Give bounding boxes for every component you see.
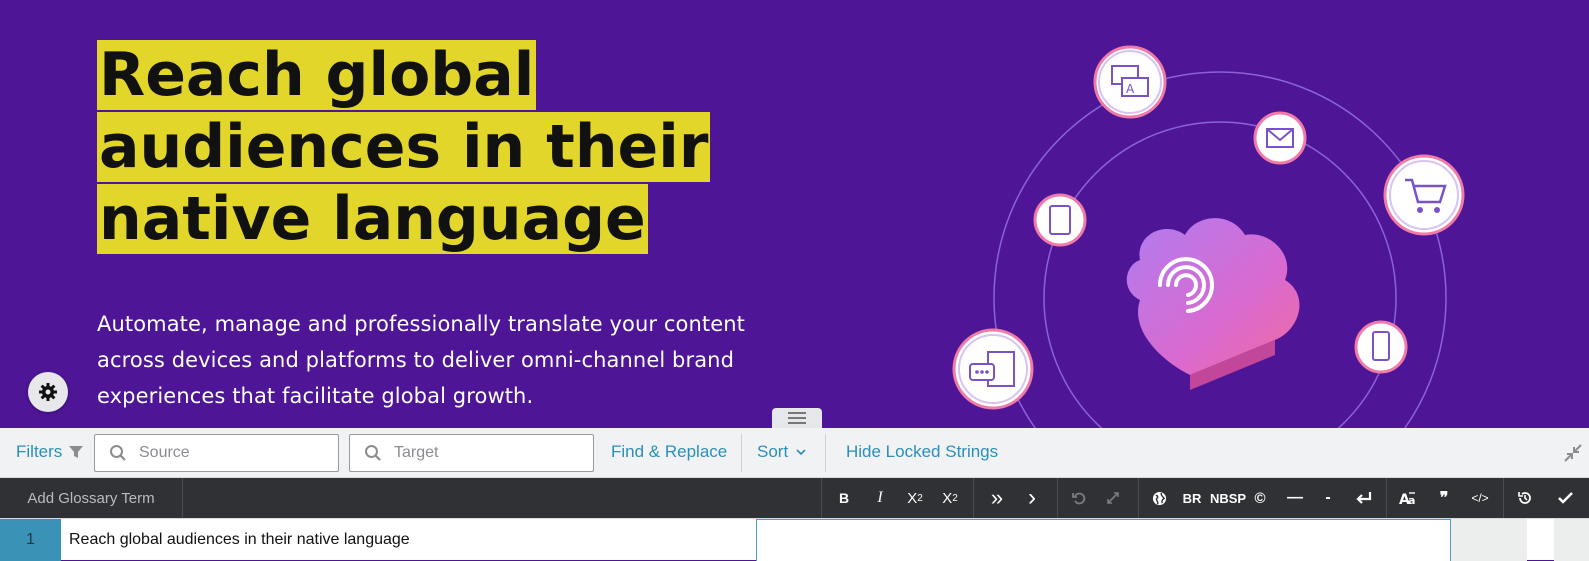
enter-icon — [1356, 492, 1372, 504]
divider — [1386, 478, 1387, 518]
text-case-icon: Aa — [1399, 492, 1415, 506]
gear-icon — [39, 383, 57, 401]
subscript-button[interactable]: X2 — [935, 478, 965, 518]
translate-document-icon: A — [1093, 45, 1167, 119]
divider — [1057, 478, 1058, 518]
superscript-mark: 2 — [917, 492, 923, 504]
subscript-letter: X — [942, 489, 953, 507]
svg-text:a: a — [1408, 494, 1415, 506]
collapse-icon[interactable] — [1563, 443, 1583, 463]
divider — [821, 478, 822, 518]
quote-button[interactable]: ❞ — [1430, 478, 1458, 518]
divider — [973, 478, 974, 518]
add-glossary-term-button[interactable]: Add Glossary Term — [0, 478, 183, 518]
mobile-phone-icon — [1354, 320, 1408, 374]
hyphen-button[interactable]: - — [1316, 478, 1340, 518]
globe-button[interactable] — [1146, 478, 1172, 518]
italic-button[interactable]: I — [868, 478, 892, 518]
find-replace-button[interactable]: Find & Replace — [611, 442, 727, 462]
source-input[interactable] — [139, 444, 319, 462]
undo-icon — [1072, 492, 1086, 505]
tablet-icon — [1033, 193, 1087, 247]
copyright-button[interactable]: © — [1249, 478, 1271, 518]
headline-line-2: audiences in their — [97, 112, 711, 182]
target-string-editor[interactable] — [756, 519, 1451, 561]
headline-line-1: Reach global — [97, 40, 537, 110]
return-button[interactable] — [1350, 478, 1378, 518]
headline-line-3: native language — [97, 184, 648, 254]
editor-toolbar: Add Glossary Term B I X2 X2 » › BR NBSP … — [0, 478, 1589, 518]
settings-button[interactable] — [28, 372, 68, 412]
change-case-button[interactable]: Aa — [1394, 478, 1422, 518]
hamburger-icon — [788, 412, 806, 424]
divider — [1138, 478, 1139, 518]
svg-text:A: A — [1126, 82, 1135, 96]
subtitle-line-3: experiences that facilitate global growt… — [97, 384, 534, 408]
row-number: 1 — [0, 519, 61, 561]
hero-headline: Reach global audiences in their native l… — [97, 39, 717, 255]
hero-banner: Reach global audiences in their native l… — [0, 0, 1589, 428]
row-status-cell — [1451, 519, 1527, 561]
target-filter[interactable] — [349, 434, 594, 472]
divider — [825, 434, 826, 472]
history-button[interactable] — [1511, 478, 1539, 518]
search-icon — [365, 445, 381, 461]
divider — [741, 434, 742, 472]
confirm-button[interactable] — [1551, 478, 1579, 518]
subtitle-line-1: Automate, manage and professionally tran… — [97, 312, 745, 336]
target-input[interactable] — [394, 444, 574, 462]
em-dash-button[interactable]: — — [1280, 478, 1310, 518]
undo-button[interactable] — [1064, 478, 1094, 518]
bold-button[interactable]: B — [832, 478, 856, 518]
email-icon — [1253, 111, 1307, 165]
code-button[interactable]: </> — [1465, 478, 1495, 518]
row-actions-cell — [1554, 519, 1589, 561]
filters-label: Filters — [16, 442, 63, 461]
cloud-icon — [1126, 218, 1300, 390]
hero-subtitle: Automate, manage and professionally tran… — [97, 306, 817, 414]
chevron-down-icon — [796, 449, 806, 456]
history-icon — [1518, 492, 1531, 504]
divider — [1503, 478, 1504, 518]
search-icon — [110, 445, 126, 461]
copy-all-source-button[interactable]: » — [982, 478, 1012, 518]
superscript-button[interactable]: X2 — [900, 478, 930, 518]
source-filter[interactable] — [94, 434, 339, 472]
filter-bar: Filters Find & Replace Sort Hide Locked … — [0, 428, 1589, 478]
table-row[interactable]: 1 Reach global audiences in their native… — [0, 518, 1589, 561]
line-break-button[interactable]: BR — [1178, 478, 1206, 518]
hide-locked-strings-button[interactable]: Hide Locked Strings — [846, 442, 998, 462]
subtitle-line-2: across devices and platforms to deliver … — [97, 348, 735, 372]
nbsp-button[interactable]: NBSP — [1208, 478, 1248, 518]
chat-document-icon — [952, 328, 1034, 410]
sort-dropdown[interactable]: Sort — [757, 442, 806, 462]
clear-format-button[interactable] — [1098, 478, 1128, 518]
panel-resize-handle[interactable] — [772, 408, 822, 428]
copy-source-button[interactable]: › — [1017, 478, 1047, 518]
source-string: Reach global audiences in their native l… — [69, 531, 410, 548]
subscript-mark: 2 — [952, 492, 958, 504]
filters-button[interactable]: Filters — [16, 442, 84, 462]
shopping-cart-icon — [1383, 154, 1465, 236]
funnel-icon — [69, 446, 84, 458]
globe-icon — [1152, 491, 1166, 505]
cloud-network-illustration: A — [952, 45, 1465, 428]
eraser-icon — [1107, 492, 1119, 504]
sort-label: Sort — [757, 442, 789, 461]
superscript-letter: X — [907, 489, 918, 507]
checkmark-icon — [1557, 492, 1573, 504]
